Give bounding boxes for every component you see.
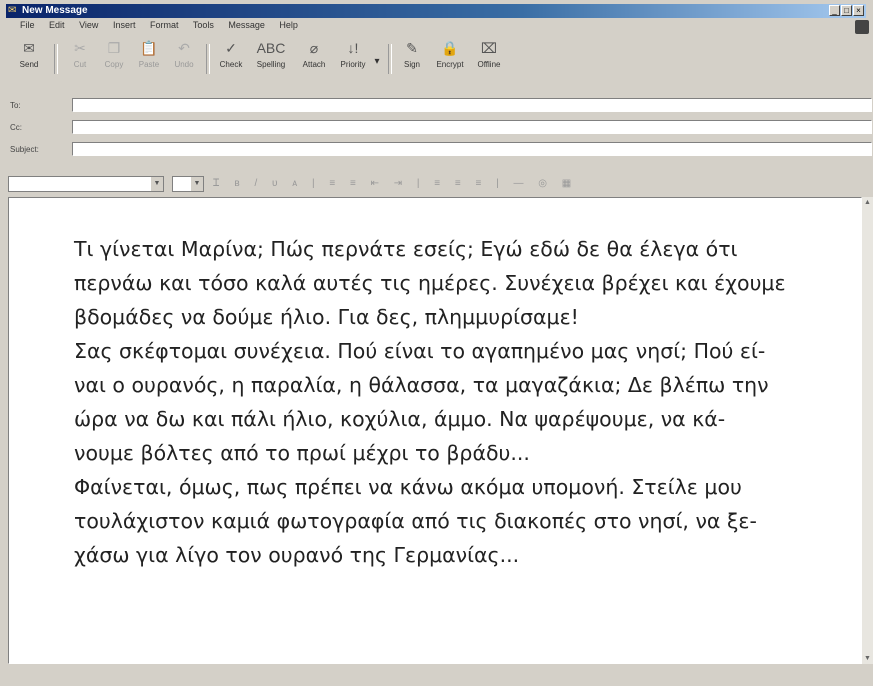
font-name-select[interactable]: ▼ — [8, 176, 164, 192]
vertical-scrollbar[interactable]: ▲ ▼ — [862, 197, 873, 664]
spelling-icon: ABC — [256, 40, 286, 56]
menu-bar: File Edit View Insert Format Tools Messa… — [20, 20, 310, 34]
menu-help[interactable]: Help — [279, 20, 298, 30]
spelling-button[interactable]: ABC Spelling — [252, 40, 290, 69]
message-line: Σας σκέφτομαι συνέχεια. Πού είναι το αγα… — [74, 339, 766, 363]
message-line: περνάω και τόσο καλά αυτές τις ημέρες. Σ… — [74, 271, 786, 295]
offline-label: Offline — [477, 60, 501, 69]
undo-button[interactable]: ↶ Undo — [170, 40, 198, 69]
message-line: χάσω για λίγο τον ουρανό της Γερμανίας..… — [74, 543, 520, 567]
chevron-down-icon: ▼ — [191, 177, 203, 191]
priority-dropdown[interactable]: ▾ — [372, 56, 382, 67]
formatting-toolbar: ▼ ▼ Ꮖ ʙ / ᴜ ᴀ | ≡ ≡ ⇤ ⇥ | ≡ ≡ ≡ | ― ◎ ▦ — [8, 176, 868, 194]
envelope-icon: ✉ — [8, 5, 17, 16]
menu-view[interactable]: View — [79, 20, 98, 30]
scroll-up-icon[interactable]: ▲ — [862, 197, 873, 208]
to-field[interactable] — [72, 98, 872, 112]
message-line: ώρα να δω και πάλι ήλιο, κοχύλια, άμμο. … — [74, 407, 726, 431]
priority-icon: ↓! — [347, 40, 359, 56]
toolbar: ✉ Send ✂ Cut ❐ Copy 📋 Paste ↶ Undo ✓ Che… — [10, 36, 865, 94]
window-title: New Message — [22, 5, 88, 16]
attach-button[interactable]: ⌀ Attach — [298, 40, 330, 69]
priority-label: Priority — [340, 60, 366, 69]
menu-message[interactable]: Message — [228, 20, 265, 30]
cc-field[interactable] — [72, 120, 872, 134]
undo-label: Undo — [174, 60, 194, 69]
toolbar-separator — [206, 44, 210, 74]
message-line: ναι ο ουρανός, η παραλία, η θάλασσα, τα … — [74, 373, 769, 397]
minimize-button[interactable]: _ — [829, 5, 840, 16]
undo-icon: ↶ — [178, 40, 190, 56]
cut-button[interactable]: ✂ Cut — [66, 40, 94, 69]
paste-icon: 📋 — [140, 40, 158, 56]
menu-format[interactable]: Format — [150, 20, 179, 30]
check-label: Check — [219, 60, 243, 69]
copy-button[interactable]: ❐ Copy — [100, 40, 128, 69]
message-text: Τι γίνεται Μαρίνα; Πώς περνάτε εσείς; Εγ… — [74, 232, 814, 572]
menu-insert[interactable]: Insert — [113, 20, 136, 30]
sign-button[interactable]: ✎ Sign — [398, 40, 426, 69]
windows-logo-icon — [855, 20, 869, 34]
chevron-down-icon: ▼ — [151, 177, 163, 191]
message-line: Τι γίνεται Μαρίνα; Πώς περνάτε εσείς; Εγ… — [74, 237, 738, 261]
toolbar-separator — [388, 44, 392, 74]
scroll-down-icon[interactable]: ▼ — [862, 653, 873, 664]
encrypt-label: Encrypt — [436, 60, 464, 69]
priority-button[interactable]: ↓! Priority — [336, 40, 370, 69]
send-label: Send — [19, 60, 39, 69]
to-label[interactable]: To: — [10, 101, 70, 110]
offline-icon: ⌧ — [480, 40, 498, 56]
copy-icon: ❐ — [107, 40, 121, 56]
subject-label: Subject: — [10, 145, 39, 154]
offline-button[interactable]: ⌧ Offline — [472, 40, 506, 69]
encrypt-icon: 🔒 — [441, 40, 459, 56]
close-button[interactable]: × — [853, 5, 864, 16]
spelling-label: Spelling — [256, 60, 286, 69]
paste-label: Paste — [138, 60, 160, 69]
status-bar — [8, 666, 868, 684]
send-button[interactable]: ✉ Send — [14, 40, 44, 69]
toolbar-separator — [54, 44, 58, 74]
message-line: νουμε βόλτες από το πρωί μέχρι το βράδυ.… — [74, 441, 530, 465]
title-bar[interactable]: ✉ New Message _ □ × — [6, 4, 866, 18]
message-line: βδομάδες να δούμε ήλιο. Για δες, πλημμυρ… — [74, 305, 579, 329]
maximize-button[interactable]: □ — [841, 5, 852, 16]
message-line: Φαίνεται, όμως, πως πρέπει να κάνω ακόμα… — [74, 475, 742, 499]
encrypt-button[interactable]: 🔒 Encrypt — [432, 40, 468, 69]
menu-edit[interactable]: Edit — [49, 20, 65, 30]
cc-label[interactable]: Cc: — [10, 123, 70, 132]
formatting-buttons[interactable]: Ꮖ ʙ / ᴜ ᴀ | ≡ ≡ ⇤ ⇥ | ≡ ≡ ≡ | ― ◎ ▦ — [213, 178, 577, 189]
paperclip-icon: ⌀ — [309, 40, 319, 56]
attach-label: Attach — [302, 60, 326, 69]
menu-file[interactable]: File — [20, 20, 35, 30]
sign-icon: ✎ — [406, 40, 418, 56]
menu-tools[interactable]: Tools — [193, 20, 214, 30]
subject-field[interactable] — [72, 142, 872, 156]
new-message-window: ✉ New Message _ □ × File Edit View Inser… — [0, 0, 873, 686]
send-icon: ✉ — [23, 40, 35, 56]
message-line: τουλάχιστον καμιά φωτογραφία από τις δια… — [74, 509, 757, 533]
cut-icon: ✂ — [74, 40, 86, 56]
check-names-icon: ✓ — [225, 40, 237, 56]
sign-label: Sign — [403, 60, 420, 69]
paste-button[interactable]: 📋 Paste — [134, 40, 164, 69]
font-size-select[interactable]: ▼ — [172, 176, 204, 192]
check-names-button[interactable]: ✓ Check — [216, 40, 246, 69]
cut-label: Cut — [73, 60, 87, 69]
copy-label: Copy — [104, 60, 124, 69]
